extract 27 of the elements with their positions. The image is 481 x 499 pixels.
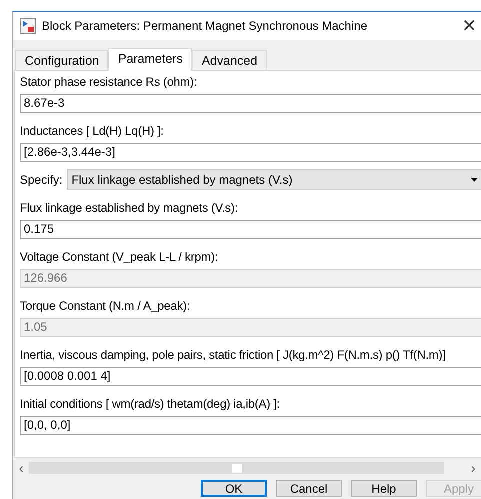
dropdown[interactable]: Flux linkage established by magnets (V.s) (66, 169, 481, 190)
dialog-button[interactable]: Help (351, 480, 417, 497)
block-icon (20, 18, 36, 34)
parameter-label: Stator phase resistance Rs (ohm): (20, 74, 198, 90)
dialog-button[interactable]: OK (201, 480, 267, 497)
parameter-label: Torque Constant (N.m / A_peak): (20, 298, 192, 314)
parameter-label: Voltage Constant (V_peak L-L / krpm): (20, 249, 220, 265)
parameter-label: Initial conditions [ wm(rad/s) thetam(deg) ia,ib(A) ]: (20, 396, 281, 412)
tab[interactable]: Configuration (15, 50, 108, 70)
close-button[interactable]: × (458, 17, 481, 35)
parameter-label: Specify: (20, 172, 63, 186)
input-field[interactable]: [2.86e-3,3.44e-3] (20, 143, 481, 162)
caret-icon (471, 178, 478, 182)
tab[interactable]: Advanced (192, 50, 267, 70)
parameter-label: Inductances [ Ld(H) Lq(H) ]: (20, 123, 165, 139)
input-field[interactable]: 8.67e-3 (20, 94, 481, 113)
input-field[interactable]: [0.0008 0.001 4] (20, 367, 481, 386)
window-title: Block Parameters: Permanent Magnet Synchronous Machine (42, 19, 368, 33)
tab[interactable]: Parameters (108, 48, 192, 71)
scroll-right-button[interactable]: › (466, 461, 481, 475)
parameter-label: Inertia, viscous damping, pole pairs, static friction [ J(kg.m^2) F(N.m.s) p() Tf(N.m)] (20, 347, 447, 363)
dialog-button[interactable]: Cancel (276, 480, 342, 497)
scroll-thumb[interactable] (232, 464, 242, 472)
input-field[interactable]: [0,0, 0,0] (20, 416, 481, 435)
scroll-left-button[interactable]: ‹ (14, 461, 29, 475)
input-field[interactable]: 0.175 (20, 220, 481, 239)
parameter-label: Flux linkage established by magnets (V.s): (20, 200, 240, 216)
